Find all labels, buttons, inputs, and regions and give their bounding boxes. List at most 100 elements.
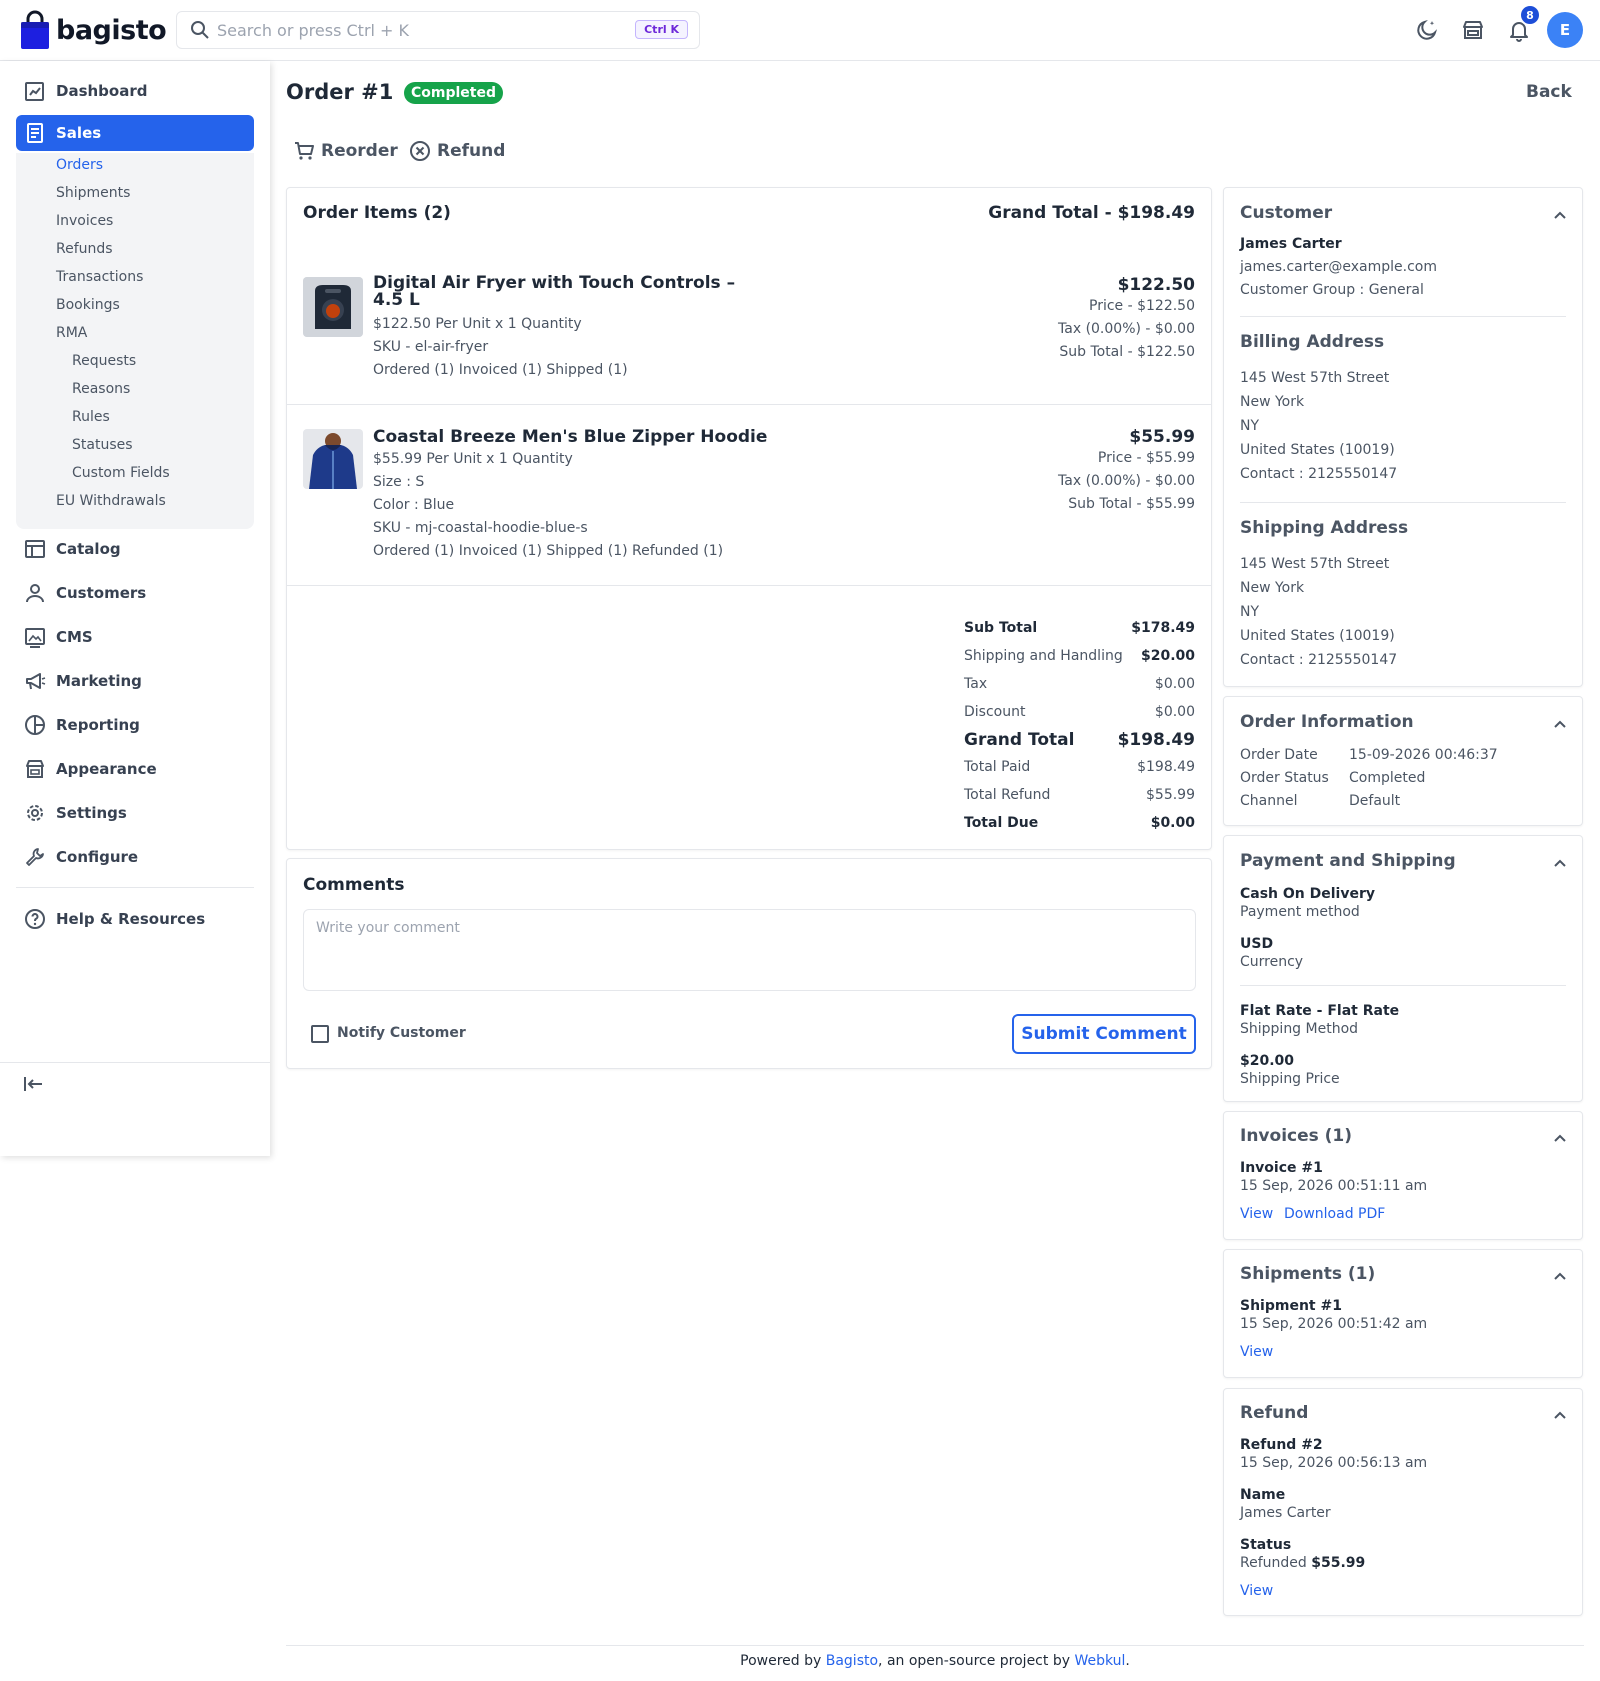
sidebar-item-label: Appearance (56, 760, 157, 778)
submenu-item-transactions[interactable]: Transactions (56, 269, 143, 285)
shipping-state: NY (1240, 604, 1260, 620)
sidebar-item-sales[interactable]: Sales (16, 115, 254, 151)
sidebar-item-configure[interactable]: Configure (16, 839, 254, 875)
chevron-up-icon[interactable] (1552, 1131, 1568, 1147)
search-icon (191, 21, 209, 39)
currency-value: USD (1240, 936, 1274, 952)
submenu-item-refunds[interactable]: Refunds (56, 241, 113, 257)
webkul-link[interactable]: Webkul (1074, 1653, 1125, 1669)
customer-card: Customer James Carter james.carter@examp… (1223, 187, 1583, 687)
chevron-up-icon[interactable] (1552, 208, 1568, 224)
sidebar-item-appearance[interactable]: Appearance (16, 751, 254, 787)
notify-customer-label[interactable]: Notify Customer (337, 1025, 466, 1041)
status-badge: Completed (404, 82, 504, 104)
section-divider (1240, 502, 1566, 503)
submenu-item-requests[interactable]: Requests (72, 353, 136, 369)
chevron-up-icon[interactable] (1552, 717, 1568, 733)
sidebar-item-cms[interactable]: CMS (16, 619, 254, 655)
sidebar-item-settings[interactable]: Settings (16, 795, 254, 831)
sidebar-item-catalog[interactable]: Catalog (16, 531, 254, 567)
section-divider (1240, 316, 1566, 317)
moon-icon (1417, 19, 1438, 40)
summary-shipping-value: $20.00 (1140, 648, 1195, 664)
storefront-button[interactable] (1459, 16, 1487, 44)
order-date-value: 15-09-2026 00:46:37 (1349, 747, 1498, 763)
back-button[interactable]: Back (1526, 82, 1572, 102)
billing-city: New York (1240, 394, 1305, 410)
refund-status-amount: $55.99 (1311, 1555, 1366, 1571)
billing-address-title: Billing Address (1240, 332, 1385, 352)
submenu-item-statuses[interactable]: Statuses (72, 437, 133, 453)
submenu-item-reasons[interactable]: Reasons (72, 381, 130, 397)
dark-mode-toggle[interactable] (1413, 16, 1441, 44)
shipping-price-label: Shipping Price (1240, 1071, 1340, 1087)
submenu-item-orders[interactable]: Orders (56, 157, 103, 173)
customer-title: Customer (1240, 203, 1333, 223)
shipment-view-link[interactable]: View (1240, 1344, 1273, 1360)
summary-grand-total-value: $198.49 (1117, 730, 1195, 750)
submenu-item-eu-withdrawals[interactable]: EU Withdrawals (56, 493, 166, 509)
summary-total-refund-value: $55.99 (1146, 787, 1195, 803)
collapse-sidebar-icon[interactable] (22, 1073, 44, 1095)
item-price: Price - $122.50 (1089, 298, 1195, 314)
sidebar-item-label: Catalog (56, 540, 121, 558)
invoice-date: 15 Sep, 2026 00:51:11 am (1240, 1178, 1428, 1194)
summary-tax-label: Tax (964, 676, 988, 692)
item-status-counts: Ordered (1) Invoiced (1) Shipped (1) Ref… (373, 543, 724, 559)
refund-view-link[interactable]: View (1240, 1583, 1273, 1599)
sidebar-item-customers[interactable]: Customers (16, 575, 254, 611)
item-unit-quantity: $122.50 Per Unit x 1 Quantity (373, 316, 582, 332)
summary-shipping-label: Shipping and Handling (964, 648, 1123, 664)
invoices-title: Invoices (1) (1240, 1126, 1353, 1146)
sidebar-item-marketing[interactable]: Marketing (16, 663, 254, 699)
submenu-item-custom-fields[interactable]: Custom Fields (72, 465, 170, 481)
billing-state: NY (1240, 418, 1260, 434)
page-title: Order #1 (286, 80, 394, 104)
submenu-item-rma[interactable]: RMA (56, 325, 87, 341)
submenu-item-shipments[interactable]: Shipments (56, 185, 130, 201)
chevron-up-icon[interactable] (1552, 1408, 1568, 1424)
submit-comment-button[interactable]: Submit Comment (1012, 1014, 1196, 1054)
invoice-download-pdf-link[interactable]: Download PDF (1284, 1206, 1385, 1222)
submenu-item-invoices[interactable]: Invoices (56, 213, 113, 229)
item-size: Size : S (373, 474, 425, 490)
notify-customer-checkbox[interactable] (311, 1025, 329, 1043)
invoice-view-link[interactable]: View (1240, 1206, 1273, 1222)
search-input[interactable] (217, 12, 607, 48)
shipping-method-label: Shipping Method (1240, 1021, 1359, 1037)
refund-button[interactable]: Refund (409, 140, 505, 162)
search-box[interactable]: Ctrl K (176, 11, 700, 49)
summary-total-due-value: $0.00 (1150, 815, 1195, 831)
billing-country: United States (10019) (1240, 442, 1395, 458)
shipping-contact: Contact : 2125550147 (1240, 652, 1398, 668)
sales-icon (27, 123, 43, 143)
user-avatar[interactable]: E (1547, 12, 1583, 48)
shipping-address-title: Shipping Address (1240, 518, 1409, 538)
sidebar-item-help[interactable]: Help & Resources (16, 901, 254, 937)
currency-label: Currency (1240, 954, 1304, 970)
reorder-label: Reorder (321, 141, 398, 161)
item-total: $55.99 (1129, 427, 1195, 447)
bagisto-link[interactable]: Bagisto (826, 1653, 878, 1669)
comment-input[interactable] (303, 909, 1196, 991)
order-information-title: Order Information (1240, 712, 1414, 732)
chevron-up-icon[interactable] (1552, 1269, 1568, 1285)
sidebar-item-reporting[interactable]: Reporting (16, 707, 254, 743)
logo[interactable]: bagisto (20, 10, 167, 50)
submenu-item-rules[interactable]: Rules (72, 409, 110, 425)
chevron-up-icon[interactable] (1552, 856, 1568, 872)
bagisto-logo-icon (21, 10, 49, 49)
reorder-button[interactable]: Reorder (293, 140, 398, 162)
refund-number: Refund #2 (1240, 1437, 1323, 1453)
sidebar-item-dashboard[interactable]: Dashboard (16, 73, 254, 109)
sidebar-divider (16, 887, 254, 888)
sidebar-bottom-divider (0, 1062, 270, 1063)
product-thumbnail-air-fryer (303, 277, 363, 337)
item-price: Price - $55.99 (1097, 450, 1195, 466)
item-status-counts: Ordered (1) Invoiced (1) Shipped (1) (373, 362, 628, 378)
refund-title: Refund (1240, 1403, 1309, 1423)
item-sku: SKU - mj-coastal-hoodie-blue-s (373, 520, 588, 536)
sidebar-item-label: Reporting (56, 716, 140, 734)
submenu-item-bookings[interactable]: Bookings (56, 297, 120, 313)
shipping-city: New York (1240, 580, 1305, 596)
